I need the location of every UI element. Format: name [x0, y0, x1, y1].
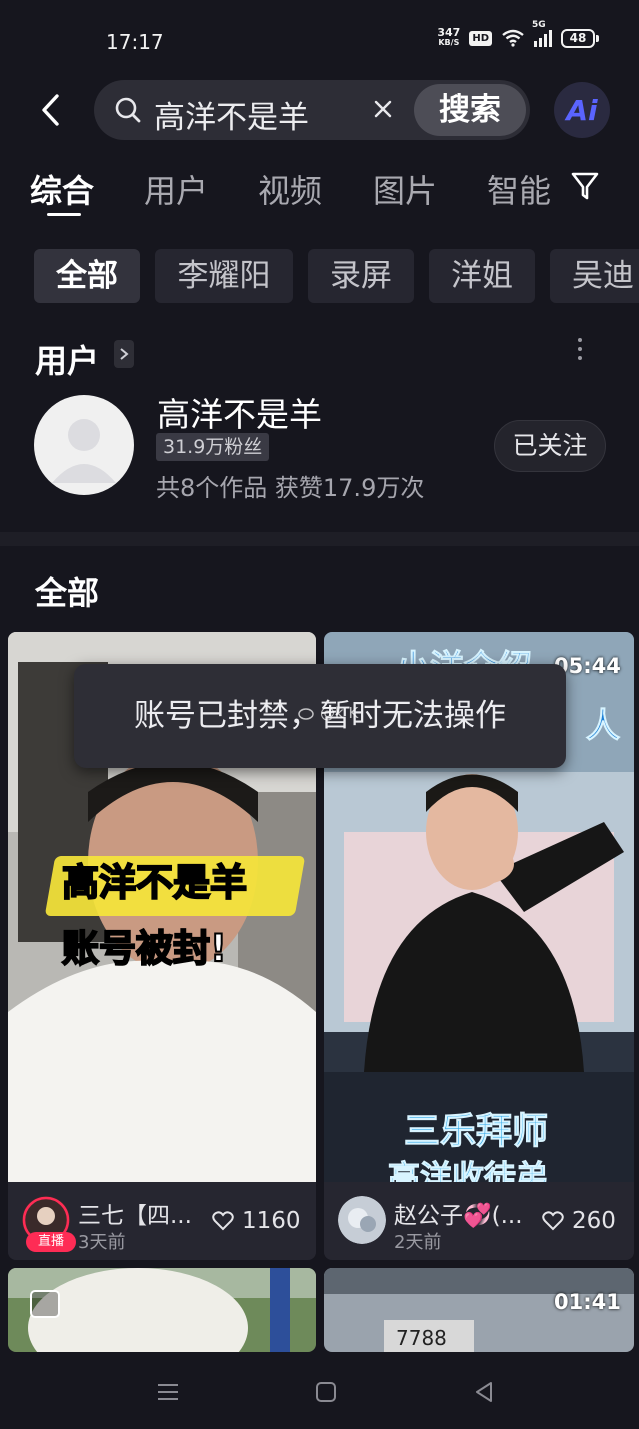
battery-icon: 48	[561, 28, 599, 48]
overlay-subtitle-2: 高洋收徒弟	[387, 1158, 549, 1183]
live-badge: 直播	[26, 1232, 76, 1252]
chip-screen-record[interactable]: 录屏	[308, 249, 414, 303]
all-results-title: 全部	[35, 574, 100, 612]
more-options-icon[interactable]	[578, 338, 582, 360]
overlay-title-2: 人	[586, 706, 621, 747]
chip-yang-jie[interactable]: 洋姐	[429, 249, 535, 303]
signal-label: 5G	[532, 19, 546, 30]
caption-line-1: 高洋不是羊	[61, 860, 248, 905]
fans-count-badge: 31.9万粉丝	[156, 433, 270, 461]
weibo-icon	[298, 708, 314, 720]
overlay-subtitle: 三乐拜师	[403, 1111, 549, 1153]
video-meta: 直播 三七【四... 3天前 1160	[8, 1182, 316, 1260]
ai-assistant-button[interactable]: Ai	[554, 82, 610, 138]
back-triangle-icon	[476, 1382, 492, 1402]
status-time: 17:17	[106, 30, 164, 54]
like-count[interactable]: 260	[542, 1208, 616, 1234]
back-nav-button[interactable]	[464, 1374, 504, 1410]
search-bar[interactable]: 高洋不是羊 搜索	[94, 80, 530, 140]
caption-line-2: 账号被封!	[61, 926, 228, 971]
default-avatar-icon	[52, 419, 116, 483]
home-square-icon	[316, 1382, 336, 1402]
battery-level: 48	[561, 28, 595, 48]
watermark-text: @k K	[320, 704, 359, 722]
recents-button[interactable]	[148, 1374, 188, 1410]
network-speed-value: 347	[437, 26, 461, 39]
clear-search-button[interactable]	[368, 94, 398, 124]
like-count-value: 260	[572, 1208, 616, 1234]
image-gallery-icon	[30, 1290, 60, 1318]
close-icon	[374, 100, 392, 118]
section-divider	[0, 532, 639, 546]
back-button[interactable]	[30, 88, 70, 132]
user-stats: 共8个作品 获赞17.9万次	[156, 474, 425, 502]
network-speed: 347 KB/S	[437, 26, 461, 48]
search-icon	[115, 97, 141, 123]
filter-icon[interactable]	[570, 170, 600, 202]
video-card[interactable]	[8, 1268, 316, 1352]
search-input[interactable]: 高洋不是羊	[154, 92, 309, 137]
tab-comprehensive[interactable]: 综合	[30, 166, 94, 212]
like-count-value: 1160	[242, 1208, 301, 1234]
video-time: 3天前	[78, 1232, 126, 1253]
video-author[interactable]: 赵公子💞(...	[394, 1196, 523, 1230]
user-name[interactable]: 高洋不是羊	[157, 388, 322, 436]
status-bar: 17:17 347 KB/S HD 5G 48	[0, 0, 639, 80]
chevron-right-icon[interactable]	[114, 340, 134, 368]
tab-videos[interactable]: 视频	[258, 166, 322, 212]
active-tab-indicator	[47, 213, 81, 216]
followed-button[interactable]: 已关注	[494, 420, 606, 472]
chip-all[interactable]: 全部	[34, 249, 140, 303]
video-card[interactable]: 7788 01:41	[324, 1268, 634, 1352]
watermark: @k K	[298, 704, 358, 722]
video-meta: 赵公子💞(... 2天前 260	[324, 1182, 634, 1260]
users-section: 用户 高洋不是羊 31.9万粉丝 共8个作品 获赞17.9万次 已关注	[0, 318, 639, 532]
home-button[interactable]	[306, 1374, 346, 1410]
status-icons: 347 KB/S HD 5G 48	[437, 20, 599, 48]
result-type-tabs: 综合 用户 视频 图片 智能	[0, 160, 639, 220]
like-count[interactable]: 1160	[212, 1208, 301, 1234]
tab-images[interactable]: 图片	[373, 166, 437, 212]
cellular-signal-icon: 5G	[532, 20, 552, 47]
avatar[interactable]	[34, 395, 134, 495]
avatar[interactable]	[338, 1196, 386, 1244]
menu-icon	[158, 1384, 178, 1400]
tab-smart[interactable]: 智能	[487, 166, 551, 212]
users-section-title[interactable]: 用户	[35, 336, 99, 382]
video-author[interactable]: 三七【四...	[78, 1196, 192, 1230]
system-nav-bar	[0, 1352, 639, 1429]
network-speed-unit: KB/S	[438, 38, 460, 47]
tab-users[interactable]: 用户	[144, 166, 208, 212]
chip-wu-di[interactable]: 吴迪	[550, 249, 639, 303]
chip-li-yaoyang[interactable]: 李耀阳	[155, 249, 293, 303]
filter-chip-row: 全部 李耀阳 录屏 洋姐 吴迪	[34, 249, 639, 303]
hd-icon: HD	[469, 30, 492, 46]
heart-icon	[212, 1211, 234, 1231]
back-arrow-icon	[42, 94, 59, 126]
wifi-icon	[502, 29, 524, 47]
search-button[interactable]: 搜索	[414, 84, 526, 136]
heart-icon	[542, 1211, 564, 1231]
video-time: 2天前	[394, 1232, 442, 1253]
sign-text: 7788	[396, 1326, 447, 1350]
video-duration: 01:41	[554, 1290, 621, 1314]
